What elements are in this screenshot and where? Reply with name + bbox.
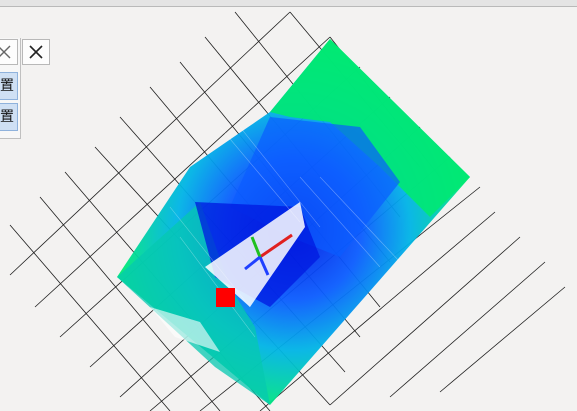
close-button-2[interactable] xyxy=(22,39,50,65)
3d-viewport[interactable] xyxy=(0,7,577,411)
window-top-border xyxy=(0,0,577,7)
viewport-canvas[interactable] xyxy=(0,7,577,411)
side-panel-button-2[interactable]: 置 xyxy=(0,103,18,131)
close-icon xyxy=(29,45,43,59)
close-button-1[interactable] xyxy=(0,39,18,65)
target-marker[interactable] xyxy=(216,288,235,307)
close-icon xyxy=(0,45,11,59)
side-panel-button-1[interactable]: 置 xyxy=(0,72,18,100)
point-cloud xyxy=(117,39,470,405)
